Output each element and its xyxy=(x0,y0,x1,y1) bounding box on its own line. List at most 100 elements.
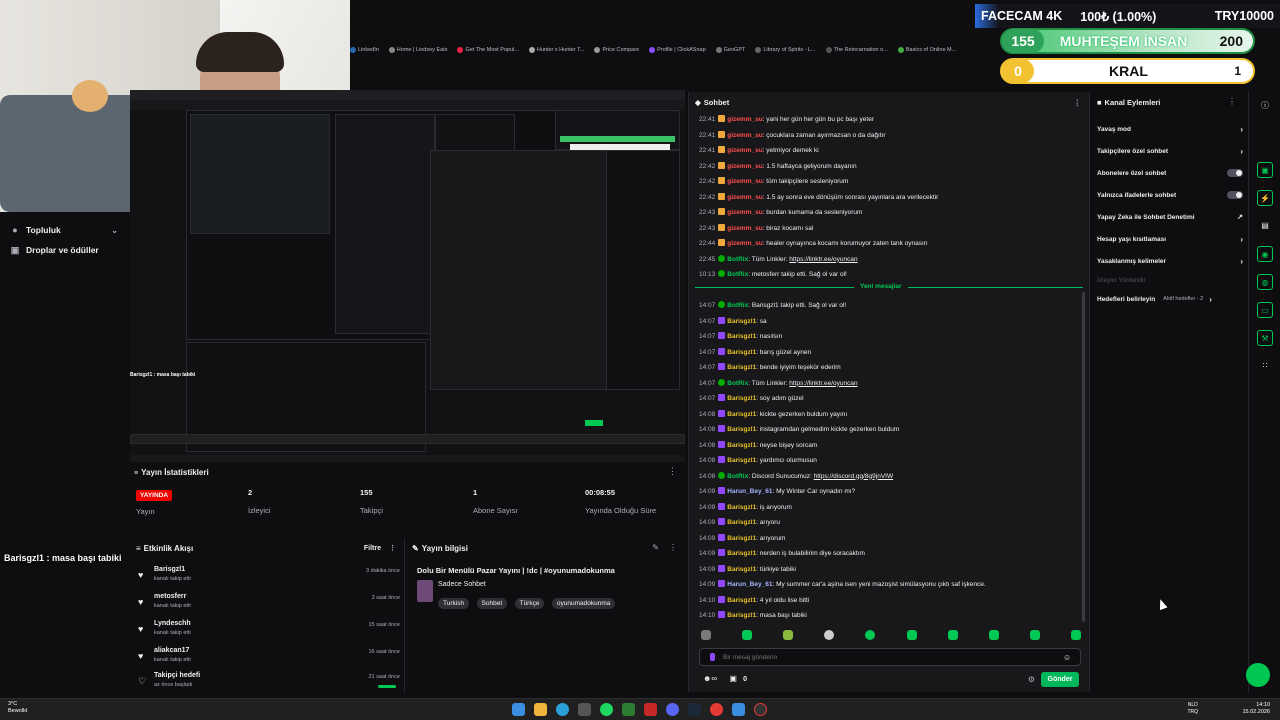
toggle-switch[interactable] xyxy=(1227,191,1243,199)
chat-message[interactable]: 14:09 Harun_Bey_61: My summer car'a aşina… xyxy=(699,580,1084,589)
bookmark-item[interactable]: Price Compare xyxy=(594,44,639,56)
chat-message[interactable]: 22:42 gizemm_su: 1.5 haftayca geliyorum d… xyxy=(699,161,1084,171)
chat-message[interactable]: 22:41 gizemm_su: yani her gün her gün bu … xyxy=(699,115,1084,124)
message-username[interactable]: gizemm_su xyxy=(727,178,762,185)
channel-action-item[interactable]: Takipçilere özel sohbet › xyxy=(1097,144,1243,158)
feed-item[interactable]: ♡ Takipçi hedefi az önce başladı 21 saat… xyxy=(138,672,400,698)
monitor-icon[interactable]: ▭ xyxy=(1257,302,1273,318)
message-username[interactable]: Barisgzl1 xyxy=(727,318,756,325)
chat-message[interactable]: 22:45 BotRix: Tüm Linkler: https://linktr… xyxy=(699,254,1084,264)
tag[interactable]: Turkish xyxy=(438,598,470,609)
bookmark-item[interactable]: Hunter x Hunter T... xyxy=(528,44,584,56)
message-username[interactable]: Barisgzl1 xyxy=(727,612,756,619)
chat-message[interactable]: 14:08 Barisgzl1: kickte gezerken buldum y… xyxy=(699,409,1084,419)
channel-action-item[interactable]: Yasaklanmış kelimeler › xyxy=(1097,254,1243,268)
xbox-icon[interactable] xyxy=(622,703,635,716)
message-username[interactable]: Barisgzl1 xyxy=(727,535,756,542)
chat-message[interactable]: 14:07 Barisgzl1: barış güzel aynen xyxy=(699,347,1084,357)
message-username[interactable]: Harun_Bey_61 xyxy=(727,581,772,588)
spotify-icon[interactable] xyxy=(600,703,613,716)
info-icon[interactable]: ⓘ xyxy=(1257,98,1273,114)
channel-action-item[interactable]: Yapay Zeka ile Sohbet Denetimi ↗ xyxy=(1097,210,1243,224)
emote-button[interactable] xyxy=(947,630,958,640)
channel-action-item[interactable]: Hedefleri belirleyin Aktif hedefler - 2 › xyxy=(1097,292,1243,306)
emote-button[interactable] xyxy=(1070,630,1081,640)
chat-message[interactable]: 14:07 Barisgzl1: soy adım güzel xyxy=(699,394,1084,403)
message-link[interactable]: https://linktr.ee/oyuncan xyxy=(789,380,857,387)
chat-message[interactable]: 14:07 BotRix: Tüm Linkler: https://linktr… xyxy=(699,378,1084,388)
obs-icon[interactable] xyxy=(754,703,767,716)
chat-scrollbar[interactable] xyxy=(1082,292,1085,622)
weather-widget[interactable]: 3°C Bewolkt xyxy=(8,701,27,715)
apps-icon[interactable]: ∷ xyxy=(1257,358,1273,374)
message-username[interactable]: gizemm_su xyxy=(727,163,762,170)
chat-message[interactable]: 22:42 gizemm_su: tüm takipçilere sesleniy… xyxy=(699,177,1084,186)
broadcast-icon[interactable]: ◍ xyxy=(1257,274,1273,290)
chat-message[interactable]: 14:08 BotRix: Discord Sunucumuz: https://… xyxy=(699,471,1084,481)
app-icon[interactable] xyxy=(644,703,657,716)
windows-start-icon[interactable] xyxy=(512,703,525,716)
message-username[interactable]: Barisgzl1 xyxy=(727,442,756,449)
more-options-icon[interactable]: ⋮ xyxy=(1228,97,1236,106)
chrome-icon[interactable] xyxy=(710,703,723,716)
category-name[interactable]: Sadece Sohbet xyxy=(438,581,486,588)
emote-button[interactable] xyxy=(906,630,917,640)
message-username[interactable]: gizemm_su xyxy=(727,209,762,216)
steam-icon[interactable] xyxy=(688,703,701,716)
chat-message[interactable]: 22:43 gizemm_su: burdan kumama da sesleni… xyxy=(699,208,1084,217)
emote-button[interactable] xyxy=(742,630,753,640)
chat-message[interactable]: 14:07 Barisgzl1: nasılsın xyxy=(699,332,1084,341)
chat-message[interactable]: 22:43 gizemm_su: biraz kocamı sal xyxy=(699,223,1084,233)
message-username[interactable]: Barisgzl1 xyxy=(727,550,756,557)
bookmark-item[interactable]: Basics of Online M... xyxy=(897,44,956,56)
tag[interactable]: Türkçe xyxy=(514,598,545,609)
stream-preview[interactable]: Barisgzl1 : masa başı tabiki xyxy=(130,90,685,462)
chat-message-input[interactable] xyxy=(723,653,1063,661)
feed-filter-button[interactable]: Filtre ⋮ xyxy=(364,544,396,552)
chat-message[interactable]: 14:08 Barisgzl1: yardımcı olurmusun xyxy=(699,456,1084,465)
message-username[interactable]: Barisgzl1 xyxy=(727,457,756,464)
chat-bubble-icon[interactable]: ◉ xyxy=(1257,246,1273,262)
bookmark-item[interactable]: Home | Lindsey Eats xyxy=(388,44,447,56)
store-icon[interactable] xyxy=(578,703,591,716)
notepad-icon[interactable] xyxy=(732,703,745,716)
chat-message[interactable]: 14:10 Barisgzl1: 4 yıl oldu lise bitti xyxy=(699,595,1084,605)
feed-item[interactable]: ♥ metosferr kanalı takip etti 3 saat önc… xyxy=(138,593,400,619)
feed-item[interactable]: ♥ aliakcan17 kanalı takip etti 16 saat ö… xyxy=(138,647,400,673)
message-username[interactable]: Barisgzl1 xyxy=(727,395,756,402)
bookmark-item[interactable]: LinkedIn xyxy=(350,44,379,56)
chevron-down-icon[interactable]: ⌄ xyxy=(111,226,118,235)
clipboard-icon[interactable]: ▤ xyxy=(1257,218,1273,234)
message-username[interactable]: Barisgzl1 xyxy=(727,411,756,418)
channel-action-item[interactable]: Hesap yaşı kısıtlaması › xyxy=(1097,232,1243,246)
message-username[interactable]: gizemm_su xyxy=(727,147,762,154)
message-username[interactable]: Barisgzl1 xyxy=(727,566,756,573)
emote-button[interactable] xyxy=(783,630,794,640)
tag[interactable]: Sohbet xyxy=(476,598,508,609)
message-username[interactable]: gizemm_su xyxy=(727,194,762,201)
chat-message[interactable]: 14:07 Barisgzl1: bende iyiyim teşekür ede… xyxy=(699,363,1084,372)
chat-message[interactable]: 14:08 Barisgzl1: instagramdan gelmedim ki… xyxy=(699,425,1084,434)
bookmark-item[interactable]: Get The Most Popul... xyxy=(457,44,519,56)
feed-item[interactable]: ♥ Barisgzl1 kanalı takip etti 3 dakika ö… xyxy=(138,566,400,592)
discord-icon[interactable] xyxy=(666,703,679,716)
message-username[interactable]: Barisgzl1 xyxy=(727,504,756,511)
edit-icon[interactable]: ✎ xyxy=(652,543,659,552)
chat-message[interactable]: 14:10 Barisgzl1: masa başı tabiki xyxy=(699,611,1084,620)
channel-action-item[interactable]: Yalnızca ifadelerle sohbet xyxy=(1097,188,1243,202)
message-username[interactable]: BotRix xyxy=(727,302,748,309)
chat-message[interactable]: 14:09 Barisgzl1: iş arıyorum xyxy=(699,502,1084,512)
channel-action-item[interactable]: Yavaş mod › xyxy=(1097,122,1243,136)
message-username[interactable]: BotRix xyxy=(727,380,748,387)
feed-item[interactable]: ♥ Lyndeschh kanalı takip etti 15 saat ön… xyxy=(138,620,400,646)
category-thumbnail[interactable] xyxy=(417,580,433,602)
chat-message[interactable]: 14:08 Barisgzl1: neyse bişey sorcam xyxy=(699,440,1084,450)
message-username[interactable]: gizemm_su xyxy=(727,225,762,232)
chat-input-box[interactable]: ☺ xyxy=(699,648,1081,666)
chat-message[interactable]: 22:44 gizemm_su: healer oynayınca kocamı … xyxy=(699,239,1084,248)
language-indicator[interactable]: NLD TRQ xyxy=(1187,702,1198,716)
sidebar-item-community[interactable]: ● Topluluk ⌄ xyxy=(0,220,130,240)
chat-message[interactable]: 14:09 Barisgzl1: arıyorum xyxy=(699,533,1084,543)
more-options-icon[interactable]: ⋮ xyxy=(1074,98,1082,107)
chat-message[interactable]: 22:42 gizemm_su: 1.5 ay sonra eve dönüşüm… xyxy=(699,192,1084,202)
